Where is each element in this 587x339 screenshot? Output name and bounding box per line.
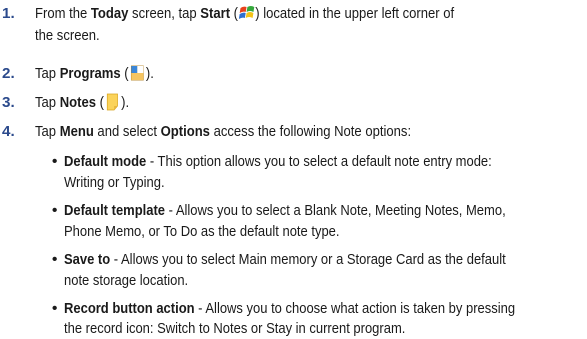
programs-label: Programs	[59, 65, 121, 82]
option-text: Writing or Typing.	[64, 174, 165, 191]
option-title: Default template	[64, 202, 166, 219]
step-text: From the Today screen, tap Start () loca…	[35, 4, 455, 22]
start-label: Start	[200, 5, 231, 22]
step-number: 1.	[2, 5, 15, 22]
bullet-dot: •	[52, 153, 58, 170]
step-text: Tap Menu and select Options access the f…	[35, 123, 412, 140]
bullet-dot: •	[52, 300, 58, 317]
option-title: Save to	[64, 251, 111, 268]
windows-start-icon	[238, 4, 255, 22]
option-text: Default mode - This option allows you to…	[64, 153, 492, 170]
step-number: 4.	[2, 123, 15, 140]
option-text: Default template - Allows you to select …	[64, 202, 506, 219]
option-text: Phone Memo, or To Do as the default note…	[64, 223, 340, 240]
options-label: Options	[160, 123, 210, 140]
instructions-document: 1. From the Today screen, tap Start () l…	[0, 0, 587, 337]
option-title: Default mode	[64, 153, 147, 170]
option-title: Record button action	[64, 300, 195, 317]
bullet-dot: •	[52, 251, 58, 268]
today-label: Today	[90, 5, 129, 22]
step-text: the screen.	[35, 27, 100, 44]
menu-label: Menu	[59, 123, 94, 140]
option-text: Record button action - Allows you to cho…	[64, 300, 516, 317]
option-text: note storage location.	[64, 272, 189, 289]
step-number: 3.	[2, 94, 15, 111]
notes-icon	[105, 93, 120, 111]
bullet-dot: •	[52, 202, 58, 219]
step-text: Tap Programs ().	[35, 64, 154, 82]
step-text: Tap Notes ().	[35, 93, 130, 111]
option-text: Save to - Allows you to select Main memo…	[64, 251, 506, 268]
notes-label: Notes	[59, 94, 96, 111]
step-number: 2.	[2, 65, 15, 82]
programs-icon	[130, 64, 145, 82]
